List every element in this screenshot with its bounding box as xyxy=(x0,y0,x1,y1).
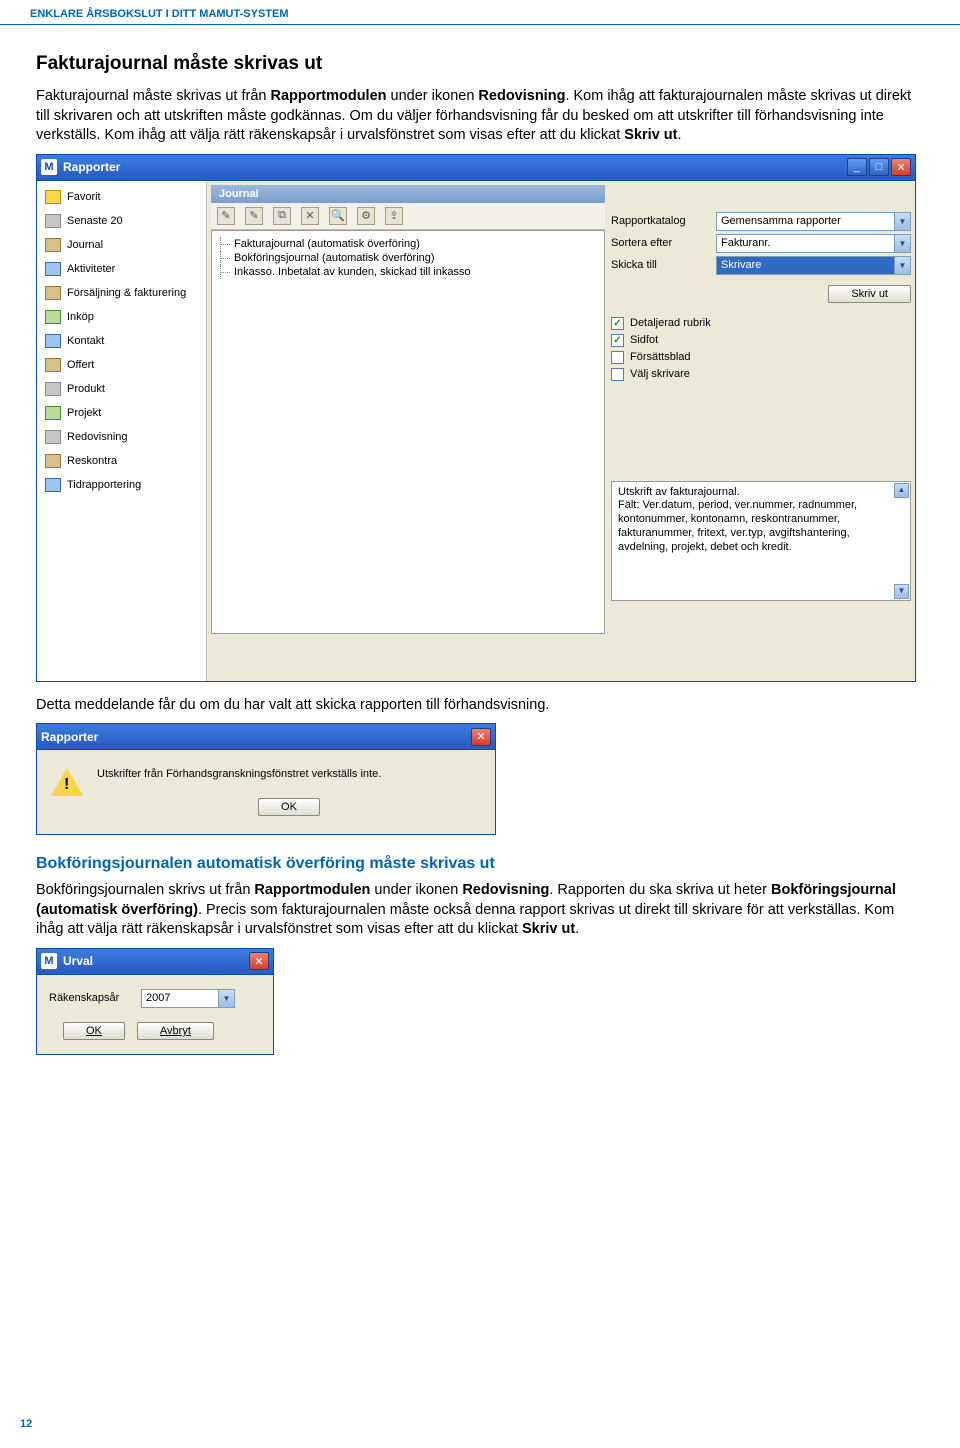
chevron-down-icon[interactable]: ▼ xyxy=(894,257,910,274)
sidebar-item-senaste[interactable]: Senaste 20 xyxy=(37,209,206,233)
toolbar-new-icon[interactable]: ✎ xyxy=(217,207,235,225)
accounting-icon xyxy=(45,430,61,444)
label-skicka: Skicka till xyxy=(611,259,716,271)
scroll-up-icon[interactable]: ▲ xyxy=(894,483,909,498)
sidebar-item-redovisning[interactable]: Redovisning xyxy=(37,425,206,449)
warning-icon: ! xyxy=(51,768,83,800)
contact-icon xyxy=(45,334,61,348)
sidebar-item-produkt[interactable]: Produkt xyxy=(37,377,206,401)
window-title: Rapporter xyxy=(63,160,845,174)
chevron-down-icon[interactable]: ▼ xyxy=(894,235,910,252)
chevron-down-icon[interactable]: ▼ xyxy=(894,213,910,230)
close-button[interactable]: ✕ xyxy=(891,158,911,176)
time-icon xyxy=(45,478,61,492)
tree-item[interactable]: Bokföringsjournal (automatisk överföring… xyxy=(220,251,596,265)
minimize-button[interactable]: _ xyxy=(847,158,867,176)
close-button[interactable]: ✕ xyxy=(249,952,269,970)
checkbox-sidfot[interactable]: ✓ xyxy=(611,334,624,347)
toolbar-delete-icon[interactable]: ✕ xyxy=(301,207,319,225)
titlebar: M Rapporter _ □ ✕ xyxy=(37,155,915,181)
toolbar: ✎ ✎ ⧉ ✕ 🔍 ⚙ ⇪ xyxy=(211,203,605,230)
paragraph-1: Fakturajournal måste skrivas ut från Rap… xyxy=(36,87,924,146)
checkbox-label: Sidfot xyxy=(630,334,658,346)
sidebar-item-kontakt[interactable]: Kontakt xyxy=(37,329,206,353)
sidebar-item-inkop[interactable]: Inköp xyxy=(37,305,206,329)
label-rakenskapsar: Räkenskapsår xyxy=(49,992,141,1004)
combo-rapportkatalog[interactable]: Gemensamma rapporter▼ xyxy=(716,212,911,231)
cancel-button[interactable]: Avbryt xyxy=(137,1022,214,1040)
ok-button[interactable]: OK xyxy=(63,1022,125,1040)
toolbar-settings-icon[interactable]: ⚙ xyxy=(357,207,375,225)
ok-button[interactable]: OK xyxy=(258,798,320,816)
star-icon xyxy=(45,190,61,204)
scroll-down-icon[interactable]: ▼ xyxy=(894,584,909,599)
sidebar-item-projekt[interactable]: Projekt xyxy=(37,401,206,425)
dialog-title: Rapporter xyxy=(41,730,469,744)
section-heading-2: Bokföringsjournalen automatisk överförin… xyxy=(36,855,924,873)
tree-item[interactable]: Fakturajournal (automatisk överföring) xyxy=(220,237,596,251)
ledger-icon xyxy=(45,454,61,468)
sidebar-item-tidrapportering[interactable]: Tidrapportering xyxy=(37,473,206,497)
sidebar-item-reskontra[interactable]: Reskontra xyxy=(37,449,206,473)
page-number: 12 xyxy=(20,1418,32,1430)
sidebar-item-offert[interactable]: Offert xyxy=(37,353,206,377)
activity-icon xyxy=(45,262,61,276)
panel-header: Journal xyxy=(211,185,605,203)
description-box: ▲ Utskrift av fakturajournal. Fält: Ver.… xyxy=(611,481,911,601)
toolbar-export-icon[interactable]: ⇪ xyxy=(385,207,403,225)
chevron-down-icon[interactable]: ▼ xyxy=(218,990,234,1007)
page-header: ENKLARE ÅRSBOKSLUT I DITT MAMUT-SYSTEM xyxy=(0,0,960,25)
maximize-button[interactable]: □ xyxy=(869,158,889,176)
quote-icon xyxy=(45,358,61,372)
paragraph-2: Detta meddelande får du om du har valt a… xyxy=(36,696,924,716)
sales-icon xyxy=(45,286,61,300)
checkbox-valj-skrivare[interactable] xyxy=(611,368,624,381)
app-icon: M xyxy=(41,159,57,175)
section-heading: Fakturajournal måste skrivas ut xyxy=(36,53,924,75)
dialog-title: Urval xyxy=(63,954,247,968)
rapporter-window: M Rapporter _ □ ✕ Favorit Senaste 20 Jou… xyxy=(36,154,916,682)
combo-rakenskapsar[interactable]: 2007▼ xyxy=(141,989,235,1008)
close-button[interactable]: ✕ xyxy=(471,728,491,746)
toolbar-edit-icon[interactable]: ✎ xyxy=(245,207,263,225)
checkbox-label: Detaljerad rubrik xyxy=(630,317,711,329)
app-icon: M xyxy=(41,953,57,969)
urval-dialog: M Urval ✕ Räkenskapsår 2007▼ OK Avbryt xyxy=(36,948,274,1055)
titlebar: Rapporter ✕ xyxy=(37,724,495,750)
sidebar-item-favorit[interactable]: Favorit xyxy=(37,185,206,209)
project-icon xyxy=(45,406,61,420)
sidebar-item-journal[interactable]: Journal xyxy=(37,233,206,257)
product-icon xyxy=(45,382,61,396)
combo-skicka[interactable]: Skrivare▼ xyxy=(716,256,911,275)
skriv-ut-button[interactable]: Skriv ut xyxy=(828,285,911,303)
checkbox-detaljerad[interactable]: ✓ xyxy=(611,317,624,330)
checkbox-forsattsblad[interactable] xyxy=(611,351,624,364)
paragraph-3: Bokföringsjournalen skrivs ut från Rappo… xyxy=(36,881,924,940)
sidebar-item-forsaljning[interactable]: Försäljning & fakturering xyxy=(37,281,206,305)
sidebar-item-aktiviteter[interactable]: Aktiviteter xyxy=(37,257,206,281)
journal-icon xyxy=(45,238,61,252)
label-rapportkatalog: Rapportkatalog xyxy=(611,215,716,227)
checkbox-label: Välj skrivare xyxy=(630,368,690,380)
message-dialog: Rapporter ✕ ! Utskrifter från Förhandsgr… xyxy=(36,723,496,835)
report-tree[interactable]: Fakturajournal (automatisk överföring) B… xyxy=(211,230,605,634)
toolbar-copy-icon[interactable]: ⧉ xyxy=(273,207,291,225)
dialog-text: Utskrifter från Förhandsgranskningsfönst… xyxy=(97,768,481,780)
purchase-icon xyxy=(45,310,61,324)
toolbar-search-icon[interactable]: 🔍 xyxy=(329,207,347,225)
combo-sortera[interactable]: Fakturanr.▼ xyxy=(716,234,911,253)
tree-item[interactable]: Inkasso. Inbetalat av kunden, skickad ti… xyxy=(220,265,596,279)
label-sortera: Sortera efter xyxy=(611,237,716,249)
sidebar: Favorit Senaste 20 Journal Aktiviteter F… xyxy=(37,181,207,681)
titlebar: M Urval ✕ xyxy=(37,949,273,975)
checkbox-label: Försättsblad xyxy=(630,351,691,363)
clock-icon xyxy=(45,214,61,228)
